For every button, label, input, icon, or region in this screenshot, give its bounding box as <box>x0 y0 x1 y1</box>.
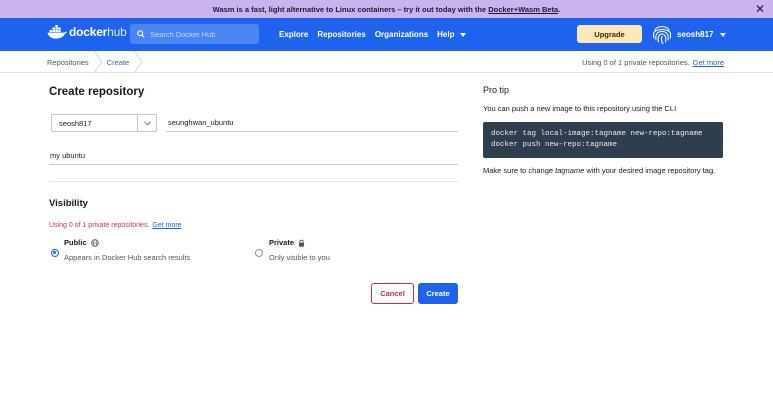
breadcrumb-separator-icon <box>93 51 103 73</box>
note-after: with your desired image repository tag. <box>586 166 716 175</box>
nav-link-repositories[interactable]: Repositories <box>317 30 365 39</box>
user-menu[interactable]: seosh817 <box>677 18 727 51</box>
search-icon <box>137 30 145 38</box>
private-radio[interactable] <box>255 249 263 257</box>
globe-icon <box>90 238 99 247</box>
banner-link[interactable]: Docker+Wasm Beta <box>488 5 558 14</box>
private-option-title[interactable]: Private <box>269 238 305 247</box>
brand-name: docker <box>69 25 108 39</box>
breadcrumb-bar: Repositories Create Using 0 of 1 private… <box>0 51 773 73</box>
chevron-down-icon <box>459 32 466 37</box>
nav-link-help[interactable]: Help <box>437 30 466 39</box>
breadcrumb-repositories[interactable]: Repositories <box>47 58 89 67</box>
public-option-title[interactable]: Public <box>64 238 99 247</box>
cancel-button[interactable]: Cancel <box>371 283 414 304</box>
note-before: Make sure to change <box>483 166 554 175</box>
namespace-select[interactable]: seosh817 <box>51 114 157 132</box>
public-option-desc: Appears in Docker Hub search results <box>64 253 191 262</box>
cli-code-block: docker tag local-image:tagname new-repo:… <box>483 122 723 158</box>
breadcrumb-separator-icon <box>133 51 143 73</box>
visibility-usage-text: Using 0 of 1 private repositories. <box>49 222 150 229</box>
get-more-link[interactable]: Get more <box>693 58 724 67</box>
section-divider <box>49 181 458 182</box>
banner-text: Wasm is a fast, light alternative to Lin… <box>212 4 487 14</box>
breadcrumb: Repositories Create <box>47 51 147 73</box>
fingerprint-avatar-icon[interactable] <box>650 22 674 46</box>
search-input[interactable] <box>150 29 250 39</box>
promo-banner: Wasm is a fast, light alternative to Lin… <box>0 0 773 18</box>
brand-suffix: hub <box>107 25 127 39</box>
breadcrumb-create: Create <box>106 57 130 67</box>
nav-link-explore[interactable]: Explore <box>279 30 308 39</box>
nav-link-organizations[interactable]: Organizations <box>375 30 428 39</box>
visibility-get-more-link[interactable]: Get more <box>152 222 181 229</box>
username-label: seosh817 <box>677 30 714 39</box>
upgrade-button[interactable]: Upgrade <box>577 25 642 43</box>
private-option-desc: Only visible to you <box>269 253 330 262</box>
nav-link-help-label: Help <box>437 30 455 39</box>
public-radio[interactable] <box>51 249 59 257</box>
create-button[interactable]: Create <box>418 283 458 304</box>
code-line-tag: docker tag local-image:tagname new-repo:… <box>491 130 703 138</box>
top-nav: dockerhub Explore Repositories Organizat… <box>0 18 773 51</box>
public-label: Public <box>64 238 87 247</box>
usage-text: Using 0 of 1 private repositories. <box>582 57 690 67</box>
namespace-value: seosh817 <box>59 118 92 128</box>
page-title: Create repository <box>49 86 145 98</box>
banner-suffix: . <box>558 4 561 14</box>
nav-links: Explore Repositories Organizations Help <box>279 18 466 51</box>
visibility-heading: Visibility <box>49 198 88 209</box>
docker-whale-icon <box>47 25 67 39</box>
pro-tip-note: Make sure to change tagname with your de… <box>483 166 728 177</box>
note-italic: tagname <box>555 166 585 175</box>
close-icon[interactable]: ✕ <box>755 2 765 16</box>
chevron-down-icon <box>720 32 727 37</box>
repository-name-input[interactable] <box>166 114 458 132</box>
lock-icon <box>298 239 305 247</box>
chevron-down-icon <box>137 115 156 131</box>
docker-hub-logo[interactable]: dockerhub <box>47 25 127 39</box>
search-box[interactable] <box>130 24 259 44</box>
visibility-usage-note: Using 0 of 1 private repositories. Get mo… <box>49 222 182 229</box>
description-input[interactable] <box>49 147 458 165</box>
private-repo-usage: Using 0 of 1 private repositories. Get m… <box>582 51 724 73</box>
private-label: Private <box>269 238 295 247</box>
code-line-push: docker push new-repo:tagname <box>491 141 618 149</box>
pro-tip-title: Pro tip <box>483 85 510 95</box>
pro-tip-intro: You can push a new image to this reposit… <box>483 104 677 113</box>
